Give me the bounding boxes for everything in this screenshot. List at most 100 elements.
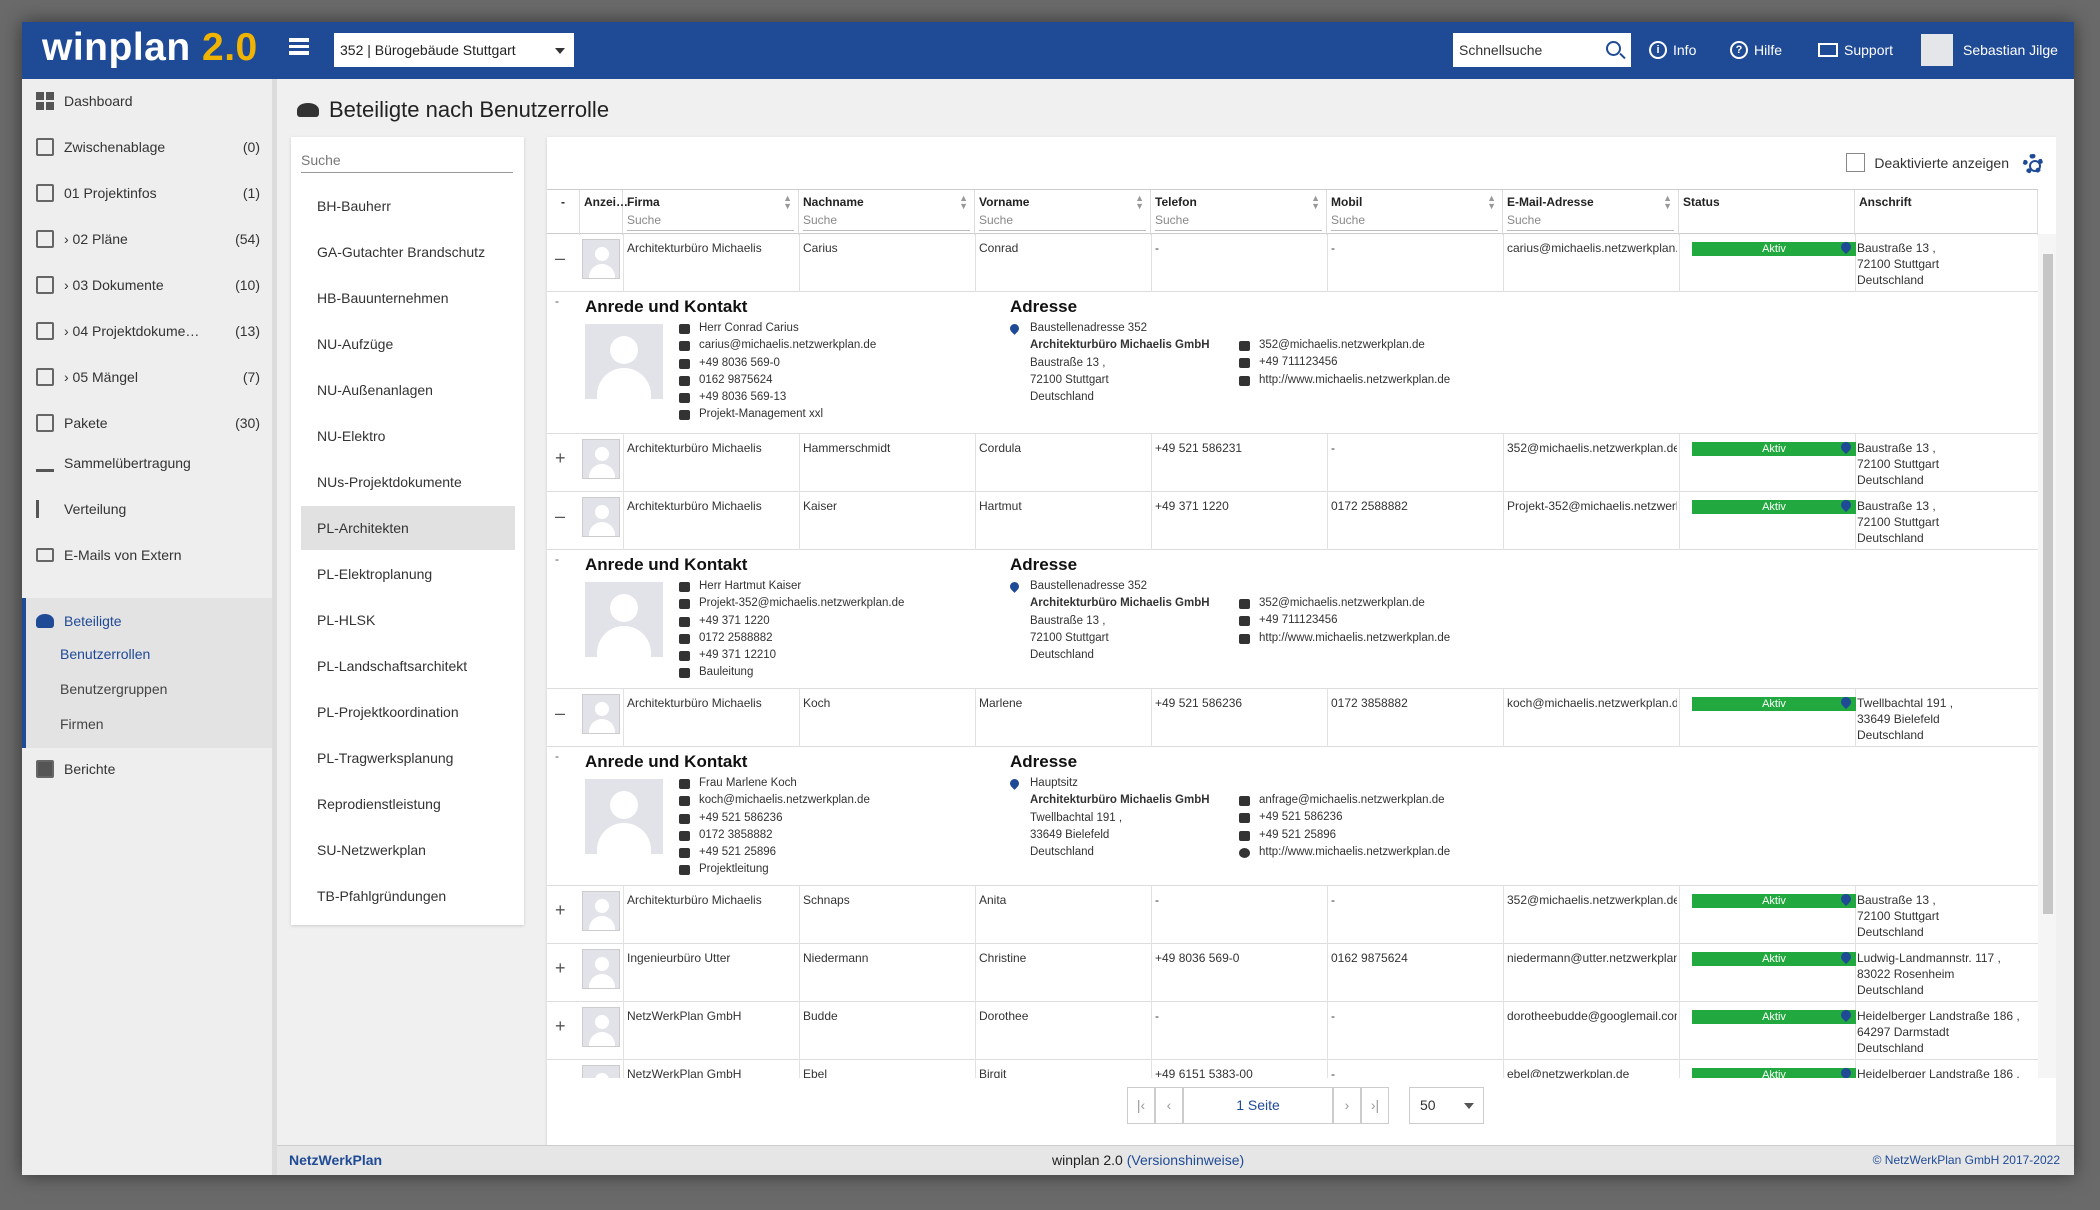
search-icon[interactable] — [1606, 41, 1621, 56]
role-item[interactable]: NUs-Projektdokumente — [301, 460, 515, 504]
sort-icon[interactable]: ▲ ▼ — [783, 194, 792, 211]
table-row[interactable]: + NetzWerkPlan GmbH Ebel Birgit +49 6151 538… — [547, 1060, 2038, 1078]
expand-toggle[interactable]: + — [555, 448, 566, 469]
column-filter-input[interactable]: Suche — [1155, 213, 1322, 231]
role-item[interactable]: Reprodienstleistung — [301, 782, 515, 826]
column-header[interactable]: Anzei… — [580, 190, 628, 235]
role-item[interactable]: SU-Netzwerkplan — [301, 828, 515, 872]
column-header[interactable]: Telefon ▲ ▼ Suche — [1151, 190, 1327, 235]
show-deactivated-toggle[interactable]: Deaktivierte anzeigen — [1846, 153, 2009, 172]
expand-toggle[interactable]: + — [555, 958, 566, 979]
logo[interactable]: winplan 2.0 — [42, 26, 258, 70]
menu-icon[interactable] — [289, 38, 309, 55]
sort-icon[interactable]: ▲ ▼ — [959, 194, 968, 211]
role-item[interactable]: NU-Aufzüge — [301, 322, 515, 366]
expand-toggle[interactable]: + — [555, 900, 566, 921]
website-link[interactable]: http://www.michaelis.netzwerkplan.de — [1259, 846, 1450, 858]
table-row[interactable]: + Architekturbüro Michaelis Hammerschmidt C… — [547, 434, 2038, 492]
expand-toggle[interactable]: – — [555, 248, 565, 269]
role-item[interactable]: PL-Projektkoordination — [301, 690, 515, 734]
page-scrollbar[interactable] — [2056, 79, 2074, 1145]
role-item[interactable]: PL-Tragwerksplanung — [301, 736, 515, 780]
table-row[interactable]: – Architekturbüro Michaelis Koch Marlene +49… — [547, 689, 2038, 747]
support-link[interactable]: Support — [1818, 40, 1893, 60]
help-link[interactable]: ? Hilfe — [1730, 40, 1782, 60]
sidebar-item-dashboard[interactable]: Dashboard — [22, 81, 272, 121]
checkbox[interactable] — [1846, 153, 1866, 172]
expand-toggle[interactable]: + — [555, 1074, 566, 1078]
table-row[interactable]: + Architekturbüro Michaelis Schnaps Anita - -… — [547, 886, 2038, 944]
info-link[interactable]: i Info — [1649, 40, 1696, 60]
role-item[interactable]: HB-Bauunternehmen — [301, 276, 515, 320]
table-row[interactable]: + Ingenieurbüro Utter Niedermann Christine +… — [547, 944, 2038, 1002]
column-header[interactable]: Mobil ▲ ▼ Suche — [1327, 190, 1503, 235]
website-link[interactable]: http://www.michaelis.netzwerkplan.de — [1259, 374, 1450, 386]
role-item[interactable]: PL-HLSK — [301, 598, 515, 642]
sidebar-item-clipboard[interactable]: Zwischenablage (0) — [22, 127, 272, 167]
sidebar-item-projektdokumente[interactable]: › 04 Projektdokume… (13) — [22, 311, 272, 351]
quick-search-input[interactable]: Schnellsuche — [1453, 33, 1631, 67]
next-page-button[interactable]: › — [1333, 1087, 1361, 1124]
sidebar-item-verteilung[interactable]: Verteilung — [22, 489, 272, 529]
sort-icon[interactable]: ▲ ▼ — [1135, 194, 1144, 211]
column-header[interactable]: Vorname ▲ ▼ Suche — [975, 190, 1151, 235]
column-header[interactable]: Status — [1679, 190, 1855, 235]
role-item[interactable]: PL-Elektroplanung — [301, 552, 515, 596]
first-page-button[interactable]: |‹ — [1127, 1087, 1155, 1124]
sidebar-item-sammeluebertragung[interactable]: Sammelübertragung — [22, 443, 272, 483]
role-item[interactable]: TB-Pfahlgründungen — [301, 874, 515, 918]
header-expand[interactable]: - — [547, 190, 580, 235]
sort-icon[interactable]: ▲ ▼ — [1311, 194, 1320, 211]
sidebar-item-dokumente[interactable]: › 03 Dokumente (10) — [22, 265, 272, 305]
grid-scrollbar[interactable] — [2038, 234, 2058, 1078]
table-row[interactable]: – Architekturbüro Michaelis Carius Conrad - -… — [547, 234, 2038, 292]
sidebar-sub-firmen[interactable]: Firmen — [22, 707, 272, 742]
role-item[interactable]: PL-Architekten — [301, 506, 515, 550]
page-size-select[interactable]: 50 — [1409, 1087, 1484, 1124]
expand-toggle[interactable]: – — [555, 703, 565, 724]
last-page-button[interactable]: ›| — [1361, 1087, 1389, 1124]
release-notes-link[interactable]: (Versionshinweise) — [1127, 1152, 1245, 1168]
role-item[interactable]: GA-Gutachter Brandschutz — [301, 230, 515, 274]
role-item[interactable]: PL-Landschaftsarchitekt — [301, 644, 515, 688]
role-item[interactable]: NU-Elektro — [301, 414, 515, 458]
sidebar-item-beteiligte[interactable]: Beteiligte — [22, 601, 272, 641]
website-link[interactable]: http://www.michaelis.netzwerkplan.de — [1259, 632, 1450, 644]
sidebar-sub-benutzerrollen[interactable]: Benutzerrollen — [22, 637, 272, 672]
sidebar-item-projektinfos[interactable]: 01 Projektinfos (1) — [22, 173, 272, 213]
role-item[interactable]: BH-Bauherr — [301, 184, 515, 228]
column-header[interactable]: E-Mail-Adresse ▲ ▼ Suche — [1503, 190, 1679, 235]
sidebar-item-berichte[interactable]: Berichte — [22, 749, 272, 789]
column-filter-input[interactable]: Suche — [979, 213, 1146, 231]
sidebar-item-plaene[interactable]: › 02 Pläne (54) — [22, 219, 272, 259]
sidebar-item-maengel[interactable]: › 05 Mängel (7) — [22, 357, 272, 397]
scroll-thumb[interactable] — [2043, 254, 2053, 914]
expand-toggle[interactable]: + — [555, 1016, 566, 1037]
role-search-input[interactable]: Suche — [301, 148, 513, 173]
column-header[interactable]: Nachname ▲ ▼ Suche — [799, 190, 975, 235]
sidebar-item-pakete[interactable]: Pakete (30) — [22, 403, 272, 443]
column-header[interactable]: Anschrift — [1855, 190, 2038, 235]
role-item[interactable]: NU-Außenanlagen — [301, 368, 515, 412]
sidebar: Dashboard Zwischenablage (0) 01 Projektin… — [22, 79, 277, 1175]
column-filter-input[interactable]: Suche — [1331, 213, 1498, 231]
prev-page-button[interactable]: ‹ — [1155, 1087, 1183, 1124]
sort-icon[interactable]: ▲ ▼ — [1663, 194, 1672, 211]
sort-icon[interactable]: ▲ ▼ — [1487, 194, 1496, 211]
user-menu[interactable]: Sebastian Jilge — [1921, 34, 2058, 66]
table-row[interactable]: + NetzWerkPlan GmbH Budde Dorothee - - dorothe… — [547, 1002, 2038, 1060]
project-select[interactable]: 352 | Bürogebäude Stuttgart — [334, 33, 574, 67]
table-row[interactable]: – Architekturbüro Michaelis Kaiser Hartmut +… — [547, 492, 2038, 550]
column-filter-input[interactable]: Suche — [803, 213, 970, 231]
column-filter-input[interactable]: Suche — [1507, 213, 1674, 231]
sidebar-sub-benutzergruppen[interactable]: Benutzergruppen — [22, 672, 272, 707]
footer-brand[interactable]: NetzWerkPlan — [289, 1152, 382, 1168]
top-bar: winplan 2.0 352 | Bürogebäude Stuttgart … — [22, 22, 2074, 79]
gear-icon[interactable] — [2023, 154, 2043, 174]
sidebar-item-emails[interactable]: E-Mails von Extern — [22, 535, 272, 575]
column-filter-input[interactable]: Suche — [627, 213, 794, 231]
cell-telefon: +49 8036 569-0 — [1155, 951, 1240, 965]
expand-toggle[interactable]: – — [555, 506, 565, 527]
column-header[interactable]: Firma ▲ ▼ Suche — [623, 190, 799, 235]
users-icon — [36, 614, 54, 628]
